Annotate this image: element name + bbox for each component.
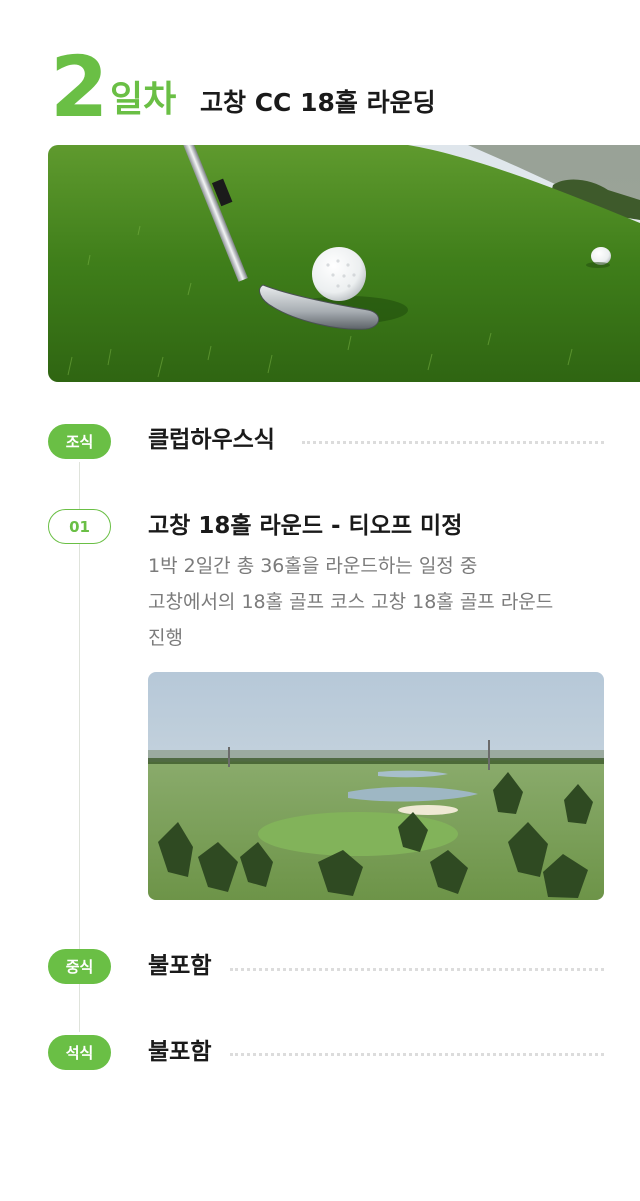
- breakfast-badge: 조식: [48, 424, 111, 459]
- dinner-dotted-leader: [230, 1053, 604, 1056]
- round-description: 1박 2일간 총 36홀을 라운드하는 일정 중 고창에서의 18홀 골프 코스…: [148, 548, 608, 656]
- dinner-label: 불포함: [148, 1039, 212, 1065]
- round-title: 고창 18홀 라운드 - 티오프 미정: [148, 513, 463, 539]
- timeline-line: [79, 462, 80, 1032]
- hero-golf-image: [48, 145, 640, 382]
- lunch-dotted-leader: [230, 968, 604, 971]
- day-unit: 일차: [110, 79, 177, 120]
- day-header: 2 일차 고창 CC 18홀 라운딩: [50, 42, 610, 132]
- round-description-line: 진행: [148, 627, 183, 649]
- golf-course-landscape-illustration: [148, 672, 604, 900]
- day-number: 2: [50, 38, 108, 136]
- day-title: 고창 CC 18홀 라운딩: [200, 88, 436, 117]
- dinner-badge: 석식: [48, 1035, 111, 1070]
- round-step-badge: 01: [48, 509, 111, 544]
- golf-club-ball-illustration: [48, 145, 640, 382]
- breakfast-label: 클럽하우스식: [148, 427, 275, 453]
- lunch-label: 불포함: [148, 953, 212, 979]
- golf-course-image: [148, 672, 604, 900]
- lunch-badge: 중식: [48, 949, 111, 984]
- round-description-line: 고창에서의 18홀 골프 코스 고창 18홀 골프 라운드: [148, 591, 554, 613]
- round-description-line: 1박 2일간 총 36홀을 라운드하는 일정 중: [148, 555, 478, 577]
- breakfast-dotted-leader: [302, 441, 604, 444]
